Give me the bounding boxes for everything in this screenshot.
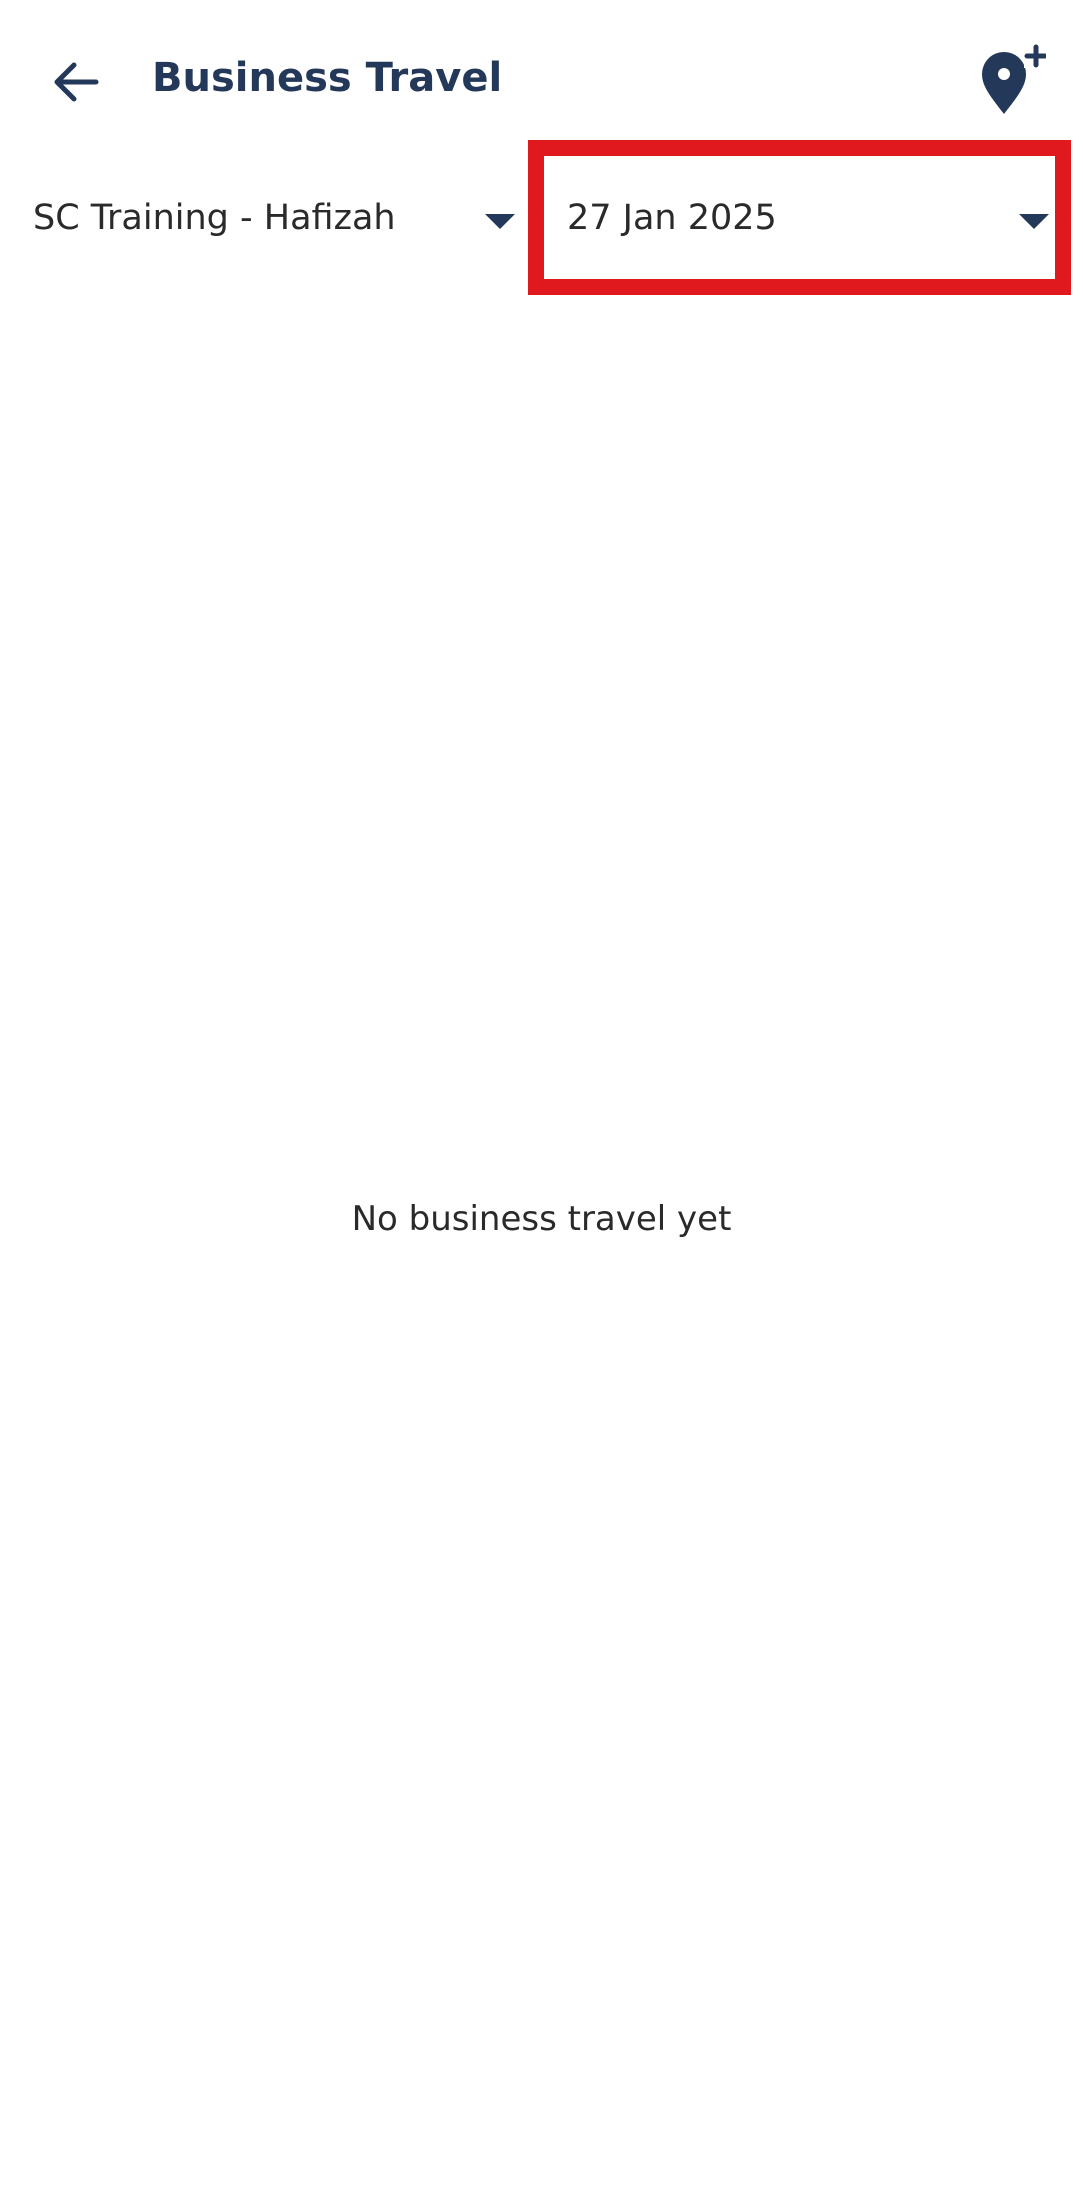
arrow-left-icon	[54, 62, 99, 102]
empty-state-message: No business travel yet	[351, 1199, 732, 1239]
app-bar: Business Travel	[0, 0, 1083, 150]
location-pin-add-icon	[982, 44, 1046, 114]
add-business-travel-button[interactable]	[966, 42, 1046, 122]
caret-down-icon	[1019, 213, 1049, 229]
date-dropdown-value: 27 Jan 2025	[567, 197, 777, 238]
filter-row: SC Training - Hafizah 27 Jan 2025	[0, 140, 1083, 295]
page-title: Business Travel	[152, 55, 503, 101]
date-dropdown[interactable]: 27 Jan 2025	[528, 140, 1071, 295]
account-dropdown-value: SC Training - Hafizah	[33, 197, 396, 238]
back-button[interactable]	[38, 44, 114, 120]
account-dropdown[interactable]: SC Training - Hafizah	[0, 140, 530, 295]
caret-down-icon	[485, 213, 515, 229]
